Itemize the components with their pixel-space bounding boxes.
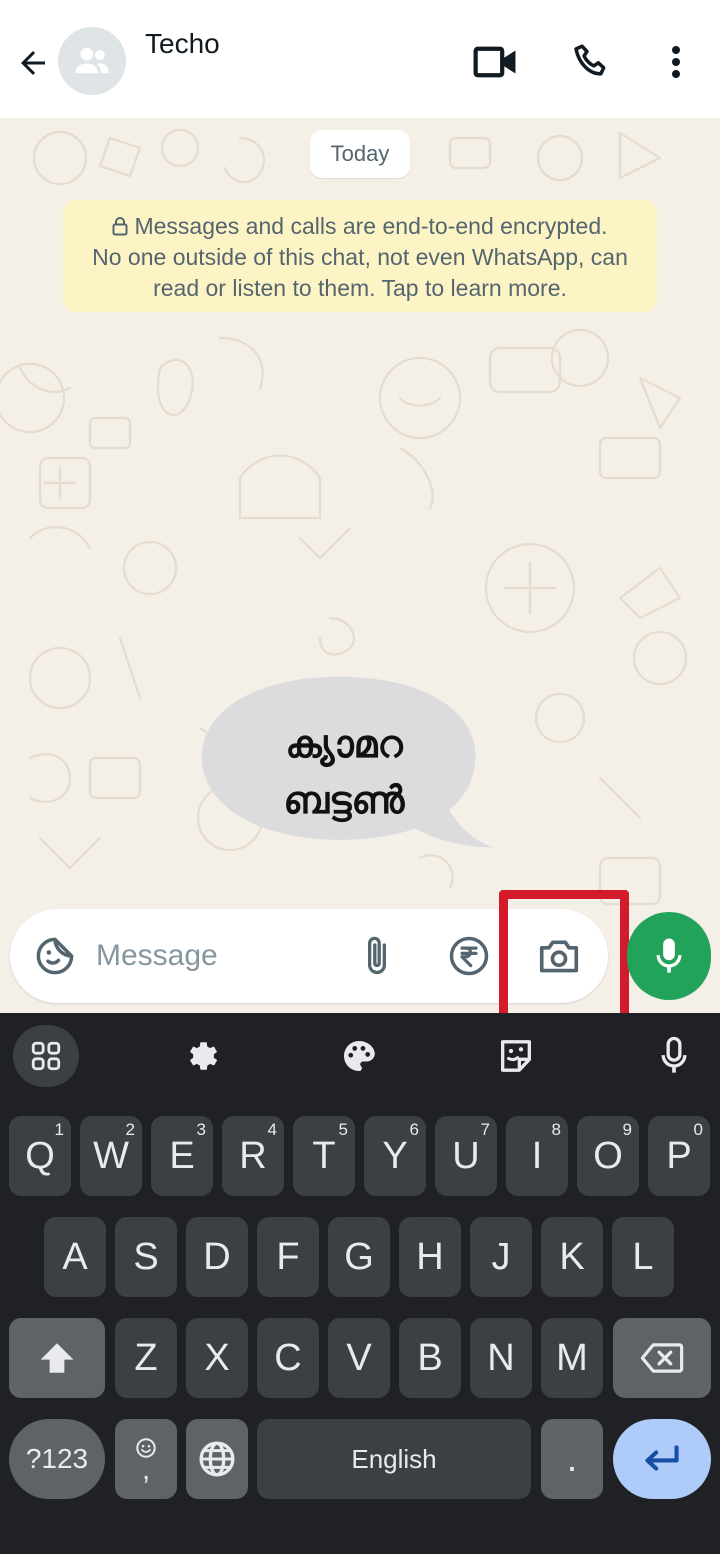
globe-icon — [199, 1441, 235, 1477]
key-e[interactable]: E3 — [151, 1116, 213, 1196]
emoji-comma-key[interactable]: , — [115, 1419, 177, 1499]
key-y[interactable]: Y6 — [364, 1116, 426, 1196]
key-g[interactable]: G — [328, 1217, 390, 1297]
key-r[interactable]: R4 — [222, 1116, 284, 1196]
palette-icon — [343, 1040, 375, 1072]
callout-line1: ക്യാമറ — [285, 722, 403, 766]
key-q[interactable]: Q1 — [9, 1116, 71, 1196]
gear-icon — [189, 1042, 218, 1070]
backspace-key[interactable] — [613, 1318, 711, 1398]
backspace-icon — [640, 1343, 684, 1373]
video-call-button[interactable] — [472, 38, 520, 86]
key-p[interactable]: P0 — [648, 1116, 710, 1196]
enter-icon — [645, 1445, 679, 1471]
comma-label: , — [141, 1453, 151, 1486]
date-chip: Today — [310, 130, 410, 178]
key-k[interactable]: K — [541, 1217, 603, 1297]
more-options-button[interactable] — [652, 38, 700, 86]
encryption-notice[interactable]: Messages and calls are end-to-end encryp… — [63, 200, 657, 312]
space-key[interactable]: English — [257, 1419, 531, 1499]
mic-icon — [656, 938, 682, 973]
key-a[interactable]: A — [44, 1217, 106, 1297]
video-call-icon — [473, 46, 516, 78]
keyboard-apps-button[interactable] — [13, 1025, 79, 1087]
key-x[interactable]: X — [186, 1318, 248, 1398]
enter-key[interactable] — [613, 1419, 711, 1499]
voice-call-button[interactable] — [567, 38, 615, 86]
symbols-key[interactable]: ?123 — [9, 1419, 105, 1499]
sticker-icon — [501, 1040, 531, 1072]
key-f[interactable]: F — [257, 1217, 319, 1297]
apps-grid-icon — [31, 1041, 61, 1071]
contact-name[interactable]: Techo — [145, 28, 220, 60]
key-u[interactable]: U7 — [435, 1116, 497, 1196]
key-m[interactable]: M — [541, 1318, 603, 1398]
voice-input-icon — [661, 1036, 687, 1073]
key-i[interactable]: I8 — [506, 1116, 568, 1196]
key-t[interactable]: T5 — [293, 1116, 355, 1196]
encryption-notice-line3: read or listen to them. Tap to learn mor… — [153, 275, 567, 301]
chat-header: Techo — [0, 0, 720, 118]
group-avatar-icon — [75, 47, 109, 74]
key-c[interactable]: C — [257, 1318, 319, 1398]
keyboard-theme-button[interactable] — [326, 1025, 392, 1087]
sticker-emoji-icon — [36, 937, 74, 975]
keyboard-voice-button[interactable] — [641, 1025, 707, 1087]
callout-line2: ബട്ടൺ — [283, 778, 405, 822]
attach-icon — [368, 936, 386, 975]
shift-icon — [40, 1343, 74, 1373]
key-o[interactable]: O9 — [577, 1116, 639, 1196]
period-key[interactable]: . — [541, 1419, 603, 1499]
message-input[interactable] — [96, 929, 336, 983]
lock-icon — [112, 217, 128, 236]
key-z[interactable]: Z — [115, 1318, 177, 1398]
key-h[interactable]: H — [399, 1217, 461, 1297]
key-w[interactable]: W2 — [80, 1116, 142, 1196]
more-vert-icon — [672, 46, 680, 78]
keyboard-sticker-button[interactable] — [483, 1025, 549, 1087]
key-s[interactable]: S — [115, 1217, 177, 1297]
key-l[interactable]: L — [612, 1217, 674, 1297]
back-arrow-icon — [21, 51, 45, 75]
key-j[interactable]: J — [470, 1217, 532, 1297]
rupee-payment-icon — [449, 936, 489, 976]
phone-icon — [574, 44, 606, 76]
attach-button[interactable] — [354, 933, 400, 979]
key-n[interactable]: N — [470, 1318, 532, 1398]
chat-area[interactable]: Today Messages and calls are end-to-end … — [0, 118, 720, 1013]
keyboard: Q1 W2 E3 R4 T5 Y6 U7 I8 O9 P0 A S D F G … — [0, 1013, 720, 1554]
sticker-button[interactable] — [32, 933, 78, 979]
keyboard-settings-button[interactable] — [169, 1025, 235, 1087]
key-d[interactable]: D — [186, 1217, 248, 1297]
back-button[interactable] — [10, 40, 56, 86]
camera-highlight-box — [499, 890, 629, 1026]
language-key[interactable] — [186, 1419, 248, 1499]
callout-text: ക്യാമറ ബട്ടൺ — [198, 716, 490, 828]
key-b[interactable]: B — [399, 1318, 461, 1398]
voice-record-button[interactable] — [627, 912, 711, 1000]
key-v[interactable]: V — [328, 1318, 390, 1398]
payment-button[interactable] — [446, 933, 492, 979]
encryption-notice-line2: No one outside of this chat, not even Wh… — [92, 244, 628, 270]
shift-key[interactable] — [9, 1318, 105, 1398]
encryption-notice-line1: Messages and calls are end-to-end encryp… — [134, 213, 608, 239]
avatar[interactable] — [58, 27, 126, 95]
